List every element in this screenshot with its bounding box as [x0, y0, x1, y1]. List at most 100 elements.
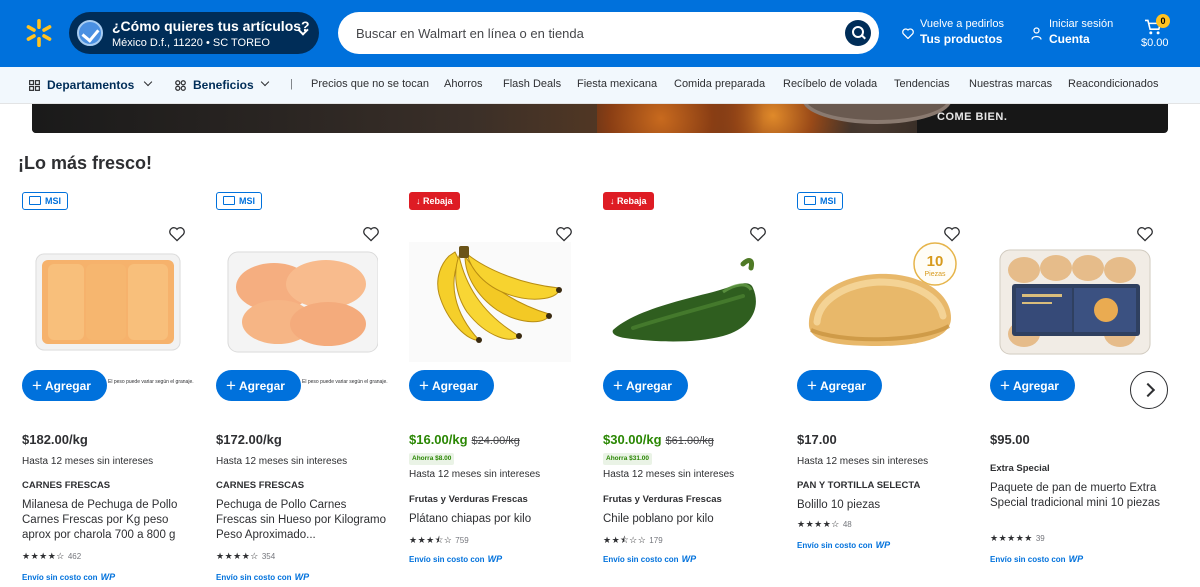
rating-count: 462	[67, 552, 82, 561]
shipping-label: Envío sin costo con	[990, 555, 1066, 564]
nav-link-marcas[interactable]: Nuestras marcas	[969, 78, 1052, 90]
account-link[interactable]: Iniciar sesión Cuenta	[1049, 18, 1113, 46]
shipping-text: Envío sin costo con WP	[22, 572, 115, 582]
add-label: Agregar	[1012, 378, 1059, 393]
search-icon[interactable]	[845, 20, 871, 46]
product-title[interactable]: Milanesa de Pechuga de Pollo Carnes Fres…	[22, 498, 194, 543]
heart-icon[interactable]	[1136, 226, 1154, 242]
departments-menu[interactable]: Departamentos	[47, 78, 134, 92]
plus-icon: +	[226, 375, 236, 395]
reorder-big-text: Tus productos	[920, 32, 1003, 46]
add-to-cart-button[interactable]: + Agregar	[216, 370, 301, 401]
chicken-breast-image	[227, 251, 378, 353]
heart-icon[interactable]	[943, 226, 961, 242]
walmart-pass-logo: WP	[1068, 554, 1084, 564]
current-price: $16.00/kg	[409, 432, 468, 447]
search-input[interactable]	[356, 22, 836, 44]
rating-count: 354	[261, 552, 276, 561]
plus-icon: +	[807, 375, 817, 395]
rating: ★★⯪☆☆ 179	[603, 533, 663, 549]
brand: Extra Special	[990, 463, 1050, 474]
nav-link-recibelo[interactable]: Recíbelo de volada	[783, 78, 877, 90]
add-to-cart-button[interactable]: + Agregar	[990, 370, 1075, 401]
walmart-pass-logo: WP	[875, 540, 891, 550]
pieces-label: Piezas	[924, 271, 946, 278]
grid-icon	[29, 80, 40, 91]
heart-icon[interactable]	[749, 226, 767, 242]
msi-badge: MSI	[22, 192, 69, 210]
product-card: MSI + Agregar El peso puede variar según …	[18, 190, 196, 587]
current-price: $30.00/kg	[603, 432, 662, 447]
benefits-menu[interactable]: Beneficios	[193, 78, 254, 92]
carousel-next-button[interactable]	[1130, 371, 1168, 409]
installments-text: Hasta 12 meses sin intereses	[603, 469, 735, 480]
add-to-cart-button[interactable]: + Agregar	[409, 370, 494, 401]
shipping-text: Envío sin costo con WP	[797, 540, 890, 550]
shipping-label: Envío sin costo con	[409, 555, 485, 564]
product-title[interactable]: Pechuga de Pollo Carnes Frescas sin Hues…	[216, 498, 388, 543]
add-to-cart-button[interactable]: + Agregar	[797, 370, 882, 401]
signin-small-text: Iniciar sesión	[1049, 18, 1114, 30]
product-title[interactable]: Bolillo 10 piezas	[797, 498, 969, 513]
add-to-cart-button[interactable]: + Agregar	[22, 370, 107, 401]
walmart-pass-logo: WP	[100, 572, 116, 582]
savings-badge: Ahorra $8.00	[409, 453, 455, 465]
add-to-cart-button[interactable]: + Agregar	[603, 370, 688, 401]
rating-stars: ★★⯪☆☆	[603, 535, 647, 545]
rating-stars: ★★★★☆	[22, 551, 65, 561]
rating-stars: ★★★★★	[990, 533, 1033, 543]
rating-count: 759	[455, 536, 469, 545]
add-label: Agregar	[625, 378, 672, 393]
nav-link-tendencias[interactable]: Tendencias	[894, 78, 950, 90]
shipping-text: Envío sin costo con WP	[990, 554, 1083, 564]
weight-note: El peso puede variar según el granaje.	[108, 379, 194, 385]
product-title[interactable]: Chile poblano por kilo	[603, 512, 775, 527]
brand: CARNES FRESCAS	[22, 480, 111, 491]
shipping-label: Envío sin costo con	[22, 573, 98, 582]
nav-link-reacondicionados[interactable]: Reacondicionados	[1068, 78, 1159, 90]
product-title[interactable]: Plátano chiapas por kilo	[409, 512, 581, 527]
savings-badge: Ahorra $31.00	[603, 453, 652, 465]
chevron-down-icon	[143, 77, 153, 87]
reorder-link[interactable]: Vuelve a pedirlos Tus productos	[920, 18, 1004, 46]
heart-icon[interactable]	[168, 226, 186, 242]
heart-icon[interactable]	[555, 226, 573, 242]
walmart-spark-logo[interactable]	[24, 18, 54, 48]
installments-text: Hasta 12 meses sin intereses	[409, 469, 541, 480]
price: $182.00/kg	[22, 432, 88, 447]
nav-separator: |	[290, 78, 293, 90]
rating-stars: ★★★★☆	[797, 519, 840, 529]
pieces-number: 10	[927, 253, 944, 270]
benefits-icon	[175, 80, 186, 91]
heart-icon[interactable]	[362, 226, 380, 242]
badge-label: Rebaja	[617, 196, 647, 206]
weight-note: El peso puede variar según el granaje.	[302, 379, 388, 385]
nav-link-precios[interactable]: Precios que no se tocan	[311, 78, 429, 90]
nav-link-flash-deals[interactable]: Flash Deals	[503, 78, 561, 90]
location-selector[interactable]: ¿Cómo quieres tus artículos? México D.f.…	[69, 12, 319, 54]
banner-background	[32, 104, 652, 133]
add-label: Agregar	[238, 378, 285, 393]
plus-icon: +	[613, 375, 623, 395]
installments-text: Hasta 12 meses sin intereses	[797, 456, 929, 467]
shipping-label: Envío sin costo con	[603, 555, 679, 564]
cart-count-badge: 0	[1156, 14, 1170, 28]
signin-big-text: Cuenta	[1049, 32, 1090, 46]
search-bar	[338, 12, 879, 54]
rating: ★★★★★ 39	[990, 533, 1045, 544]
nav-link-ahorros[interactable]: Ahorros	[444, 78, 483, 90]
rating-count: 179	[649, 536, 663, 545]
add-label: Agregar	[431, 378, 478, 393]
price: $16.00/kg $24.00/kg	[409, 432, 520, 447]
add-label: Agregar	[44, 378, 91, 393]
promo-banner[interactable]: COME BIEN.	[32, 104, 1168, 133]
user-icon	[1031, 27, 1042, 40]
product-title[interactable]: Paquete de pan de muerto Extra Special t…	[990, 481, 1162, 511]
cart-button[interactable]: 0 $0.00	[1140, 14, 1180, 54]
shipping-label: Envío sin costo con	[797, 541, 873, 550]
brand: CARNES FRESCAS	[216, 480, 305, 491]
section-title: ¡Lo más fresco!	[18, 153, 153, 173]
shipping-text: Envío sin costo con WP	[603, 554, 696, 564]
nav-link-comida[interactable]: Comida preparada	[674, 78, 765, 90]
nav-link-fiesta[interactable]: Fiesta mexicana	[577, 78, 657, 90]
